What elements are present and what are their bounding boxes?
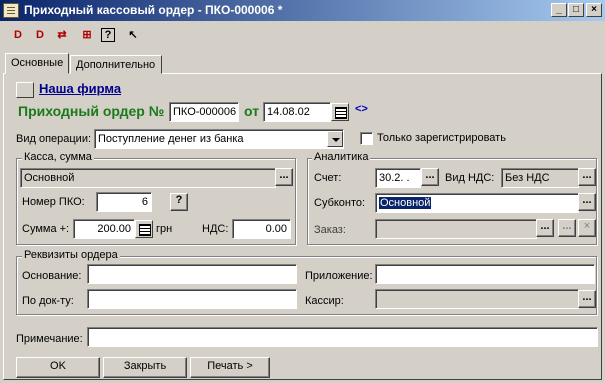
window-title-bar[interactable]: Приходный кассовый ордер - ПКО-000006 * … <box>0 0 605 21</box>
attachment-label: Приложение: <box>305 270 373 282</box>
firm-select-button[interactable] <box>16 82 34 98</box>
order-select-button[interactable]: ... <box>536 219 554 237</box>
attachment-field[interactable] <box>375 264 595 284</box>
tab-main[interactable]: Основные <box>5 53 69 74</box>
cash-group-title: Касса, сумма <box>22 151 94 163</box>
basis-label: Основание: <box>22 270 82 282</box>
note-label: Примечание: <box>16 333 83 345</box>
vat-type-select-button[interactable]: ... <box>578 168 596 186</box>
sum-field[interactable]: 200.00 <box>73 219 135 239</box>
vat-field[interactable]: 0.00 <box>232 219 291 239</box>
actions-icon[interactable]: ↖ <box>124 26 142 44</box>
by-doc-field[interactable] <box>87 289 297 309</box>
help-icon[interactable]: ? <box>101 28 115 42</box>
vat-type-field[interactable]: Без НДС <box>501 168 579 188</box>
by-doc-label: По док-ту: <box>22 295 74 307</box>
cashbox-field[interactable]: Основной <box>20 168 276 188</box>
subconto-select-button[interactable]: ... <box>578 193 596 211</box>
basis-field[interactable] <box>87 264 297 284</box>
firm-link[interactable]: Наша фирма <box>39 81 121 96</box>
only-registered-checkbox[interactable] <box>360 132 373 145</box>
print-button[interactable]: Печать > <box>190 357 270 378</box>
cashier-select-button[interactable]: ... <box>578 290 596 308</box>
cashbox-select-button[interactable]: ... <box>275 168 293 186</box>
vat-label: НДС: <box>202 223 229 235</box>
order-number-field[interactable]: ПКО-000006 <box>169 102 239 122</box>
date-field[interactable]: 14.08.02 <box>263 102 331 122</box>
pko-number-field[interactable]: 6 <box>96 192 152 212</box>
delete-document-icon[interactable]: D <box>31 26 49 44</box>
close-window-button[interactable]: × <box>586 3 602 17</box>
subconto-label: Субконто: <box>314 197 366 209</box>
analytics-group-title: Аналитика <box>312 151 371 163</box>
swap-icon[interactable]: <> <box>355 103 368 115</box>
post-document-icon[interactable]: ⇄ <box>53 26 71 44</box>
account-label: Счет: <box>314 172 342 184</box>
minimize-button[interactable]: _ <box>551 3 567 17</box>
subconto-value: Основной <box>379 197 432 209</box>
chevron-down-icon[interactable] <box>327 131 343 147</box>
copy-document-icon[interactable]: D <box>9 26 27 44</box>
pko-help-button[interactable]: ? <box>170 193 188 211</box>
order-open-button[interactable]: ... <box>558 219 576 237</box>
calculator-icon[interactable] <box>135 220 153 238</box>
vat-type-label: Вид НДС: <box>445 172 495 184</box>
structure-icon[interactable]: ⊞ <box>78 26 96 44</box>
operation-select[interactable]: Поступление денег из банка <box>94 129 344 149</box>
currency-label: грн <box>156 223 173 235</box>
requisites-group-title: Реквизиты ордера <box>22 249 120 261</box>
calendar-icon[interactable] <box>331 103 349 121</box>
cashier-field[interactable] <box>375 289 579 309</box>
window-title: Приходный кассовый ордер - ПКО-000006 * <box>24 3 283 17</box>
order-label: Заказ: <box>314 224 346 236</box>
order-title: Приходный ордер № <box>18 103 165 119</box>
close-button[interactable]: Закрыть <box>103 357 187 378</box>
clear-icon[interactable]: × <box>578 219 596 237</box>
only-registered-label: Только зарегистрировать <box>377 132 506 144</box>
maximize-button[interactable]: □ <box>568 3 584 17</box>
subconto-field[interactable]: Основной <box>375 193 579 213</box>
sum-label: Сумма +: <box>22 223 70 235</box>
order-field[interactable] <box>375 219 537 239</box>
ok-button[interactable]: OK <box>16 357 100 378</box>
account-select-button[interactable]: ... <box>421 168 439 186</box>
operation-label: Вид операции: <box>16 133 92 145</box>
tab-additional[interactable]: Дополнительно <box>70 55 162 74</box>
account-field[interactable]: 30.2. . <box>375 168 421 188</box>
cashier-label: Кассир: <box>305 295 344 307</box>
date-label: от <box>244 103 260 119</box>
note-field[interactable] <box>87 327 598 347</box>
document-icon <box>3 3 19 18</box>
pko-number-label: Номер ПКО: <box>22 196 85 208</box>
